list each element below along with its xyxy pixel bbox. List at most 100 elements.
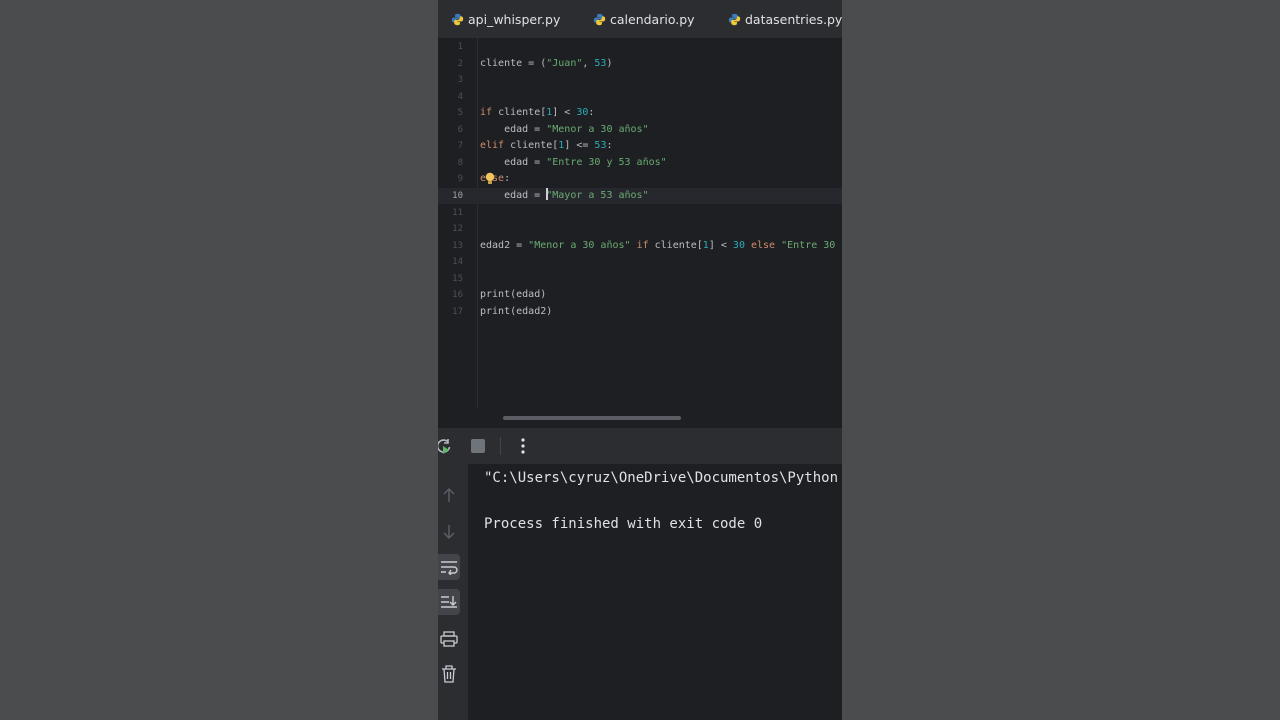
print-icon[interactable] bbox=[438, 626, 460, 652]
line-number: 10 bbox=[452, 190, 463, 201]
code-line[interactable]: 10 edad = "Mayor a 53 años" bbox=[438, 187, 842, 204]
rerun-icon[interactable] bbox=[438, 436, 454, 456]
code-token: ] < bbox=[708, 239, 733, 251]
code-token: 30 bbox=[576, 107, 589, 119]
code-token: edad = bbox=[480, 123, 547, 135]
code-line[interactable]: 9else: bbox=[438, 171, 842, 187]
line-number: 11 bbox=[452, 207, 463, 218]
lightbulb-icon[interactable] bbox=[484, 172, 496, 185]
code-line[interactable]: 13 edad2 = "Menor a 30 años" if cliente[1… bbox=[438, 238, 842, 254]
horizontal-scrollbar[interactable] bbox=[503, 416, 681, 420]
code-text: cliente = ("Juan", 53) bbox=[480, 56, 612, 72]
code-line[interactable]: 11 bbox=[438, 205, 842, 221]
code-line[interactable]: 4 bbox=[438, 89, 842, 105]
more-vertical-icon[interactable] bbox=[513, 436, 533, 456]
line-number: 5 bbox=[457, 108, 463, 119]
code-token: cliente = ( bbox=[480, 57, 547, 69]
code-token: print bbox=[480, 305, 511, 317]
code-text: print(edad2) bbox=[480, 304, 552, 320]
code-token: "Entre 30 y bbox=[781, 239, 842, 251]
python-file-icon bbox=[593, 13, 606, 25]
code-line[interactable]: 2 cliente = ("Juan", 53) bbox=[438, 56, 842, 72]
tab-calendario[interactable]: calendario.py bbox=[593, 0, 695, 38]
line-number: 12 bbox=[452, 224, 463, 235]
line-number: 15 bbox=[452, 273, 463, 284]
code-text: edad2 = "Menor a 30 años" if cliente[1] … bbox=[480, 238, 842, 254]
line-number: 4 bbox=[457, 91, 463, 102]
trash-icon[interactable] bbox=[438, 661, 460, 687]
code-token: elif bbox=[480, 140, 505, 152]
code-editor[interactable]: 1 2 cliente = ("Juan", 53) 3 4 5 if cliente[1]… bbox=[438, 38, 842, 408]
console-line-exit: Process finished with exit code 0 bbox=[484, 516, 763, 532]
tab-label: calendario.py bbox=[610, 11, 695, 27]
code-line[interactable]: 5 if cliente[1] < 30: bbox=[438, 105, 842, 121]
down-arrow-icon[interactable] bbox=[438, 519, 460, 545]
editor-tab-bar: api_whisper.py calendario.py datasentrie… bbox=[438, 0, 842, 39]
code-token: print bbox=[480, 289, 511, 301]
code-token: : bbox=[606, 140, 613, 152]
code-token: (edad2) bbox=[510, 305, 553, 317]
video-left-margin bbox=[0, 0, 438, 720]
code-token: cliente[ bbox=[504, 140, 559, 152]
run-console[interactable]: "C:\Users\cyruz\OneDrive\Documentos\Pyth… bbox=[468, 464, 842, 720]
code-line[interactable]: 8 edad = "Entre 30 y 53 años" bbox=[438, 155, 842, 171]
code-token: 30 bbox=[732, 239, 745, 251]
code-text: edad = "Entre 30 y 53 años" bbox=[480, 155, 667, 171]
code-token: "Menor a 30 años" bbox=[546, 123, 649, 135]
code-line[interactable]: 6 edad = "Menor a 30 años" bbox=[438, 122, 842, 138]
code-token: edad2 = bbox=[480, 239, 529, 251]
line-number: 2 bbox=[457, 58, 463, 69]
code-token: else bbox=[751, 239, 776, 251]
line-number: 3 bbox=[457, 75, 463, 86]
code-token: 53 bbox=[594, 57, 607, 69]
ide-window: api_whisper.py calendario.py datasentrie… bbox=[438, 0, 842, 720]
code-token: (edad) bbox=[510, 289, 547, 301]
line-number: 9 bbox=[457, 174, 463, 185]
code-text: print(edad) bbox=[480, 287, 546, 303]
code-token: if bbox=[636, 239, 649, 251]
tab-label: datasentries.py bbox=[745, 11, 842, 27]
line-number: 1 bbox=[457, 42, 463, 52]
up-arrow-icon[interactable] bbox=[438, 482, 460, 508]
scroll-to-end-icon[interactable] bbox=[438, 589, 460, 615]
tab-datasentries[interactable]: datasentries.py bbox=[728, 0, 842, 38]
python-file-icon bbox=[451, 13, 464, 25]
code-token: ] <= bbox=[564, 140, 595, 152]
code-token: if bbox=[480, 107, 493, 119]
code-token: "Juan" bbox=[546, 57, 583, 69]
line-number: 7 bbox=[457, 141, 463, 152]
tab-api-whisper[interactable]: api_whisper.py bbox=[451, 0, 560, 38]
code-line[interactable]: 1 bbox=[438, 39, 842, 55]
line-number: 17 bbox=[452, 306, 463, 317]
toolbar-separator bbox=[500, 437, 501, 455]
code-token: "Menor a 30 años" bbox=[528, 239, 631, 251]
code-token: "Mayor a 53 años" bbox=[546, 189, 649, 201]
code-text: if cliente[1] < 30: bbox=[480, 105, 594, 121]
line-number: 8 bbox=[457, 157, 463, 168]
code-line[interactable]: 14 bbox=[438, 254, 842, 270]
code-token: edad = bbox=[480, 156, 547, 168]
code-text: edad = "Menor a 30 años" bbox=[480, 122, 649, 138]
soft-wrap-icon[interactable] bbox=[438, 554, 460, 580]
code-token: cliente[ bbox=[492, 107, 547, 119]
code-token: cliente[ bbox=[648, 239, 703, 251]
stop-icon[interactable] bbox=[468, 436, 488, 456]
console-side-toolbar bbox=[438, 464, 468, 720]
code-line[interactable]: 17 print(edad2) bbox=[438, 304, 842, 320]
line-number: 6 bbox=[457, 124, 463, 135]
code-token: , bbox=[582, 57, 595, 69]
line-number: 14 bbox=[452, 257, 463, 268]
line-number: 13 bbox=[452, 240, 463, 251]
code-line[interactable]: 16 print(edad) bbox=[438, 287, 842, 303]
line-number: 16 bbox=[452, 290, 463, 301]
run-toolbar bbox=[438, 428, 842, 464]
code-token: ) bbox=[606, 57, 613, 69]
code-line[interactable]: 15 bbox=[438, 271, 842, 287]
code-token: : bbox=[588, 107, 595, 119]
python-file-icon bbox=[728, 13, 741, 25]
code-line[interactable]: 12 bbox=[438, 221, 842, 237]
code-line[interactable]: 7 elif cliente[1] <= 53: bbox=[438, 138, 842, 154]
code-line[interactable]: 3 bbox=[438, 72, 842, 88]
code-token: edad = bbox=[480, 189, 547, 201]
tab-label: api_whisper.py bbox=[468, 11, 561, 27]
